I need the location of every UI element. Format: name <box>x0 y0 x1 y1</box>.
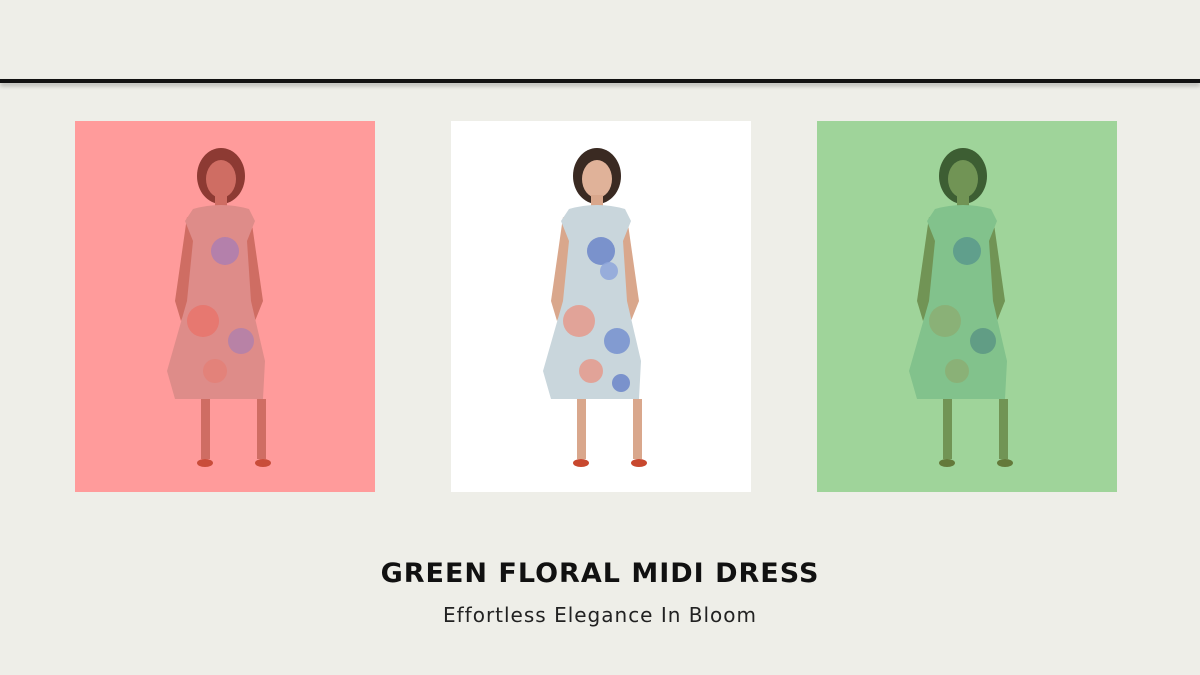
product-title: GREEN FLORAL MIDI DRESS <box>380 558 820 589</box>
product-tagline: Effortless Elegance In Bloom <box>442 603 758 627</box>
model-figure-icon <box>817 121 1117 492</box>
top-divider <box>0 79 1200 83</box>
model-figure-icon <box>451 121 751 492</box>
model-panel-red <box>75 121 375 492</box>
model-panel-original <box>451 121 751 492</box>
model-figure-icon <box>75 121 375 492</box>
model-panel-green <box>817 121 1117 492</box>
product-slide: GREEN FLORAL MIDI DRESS Effortless Elega… <box>0 0 1200 675</box>
